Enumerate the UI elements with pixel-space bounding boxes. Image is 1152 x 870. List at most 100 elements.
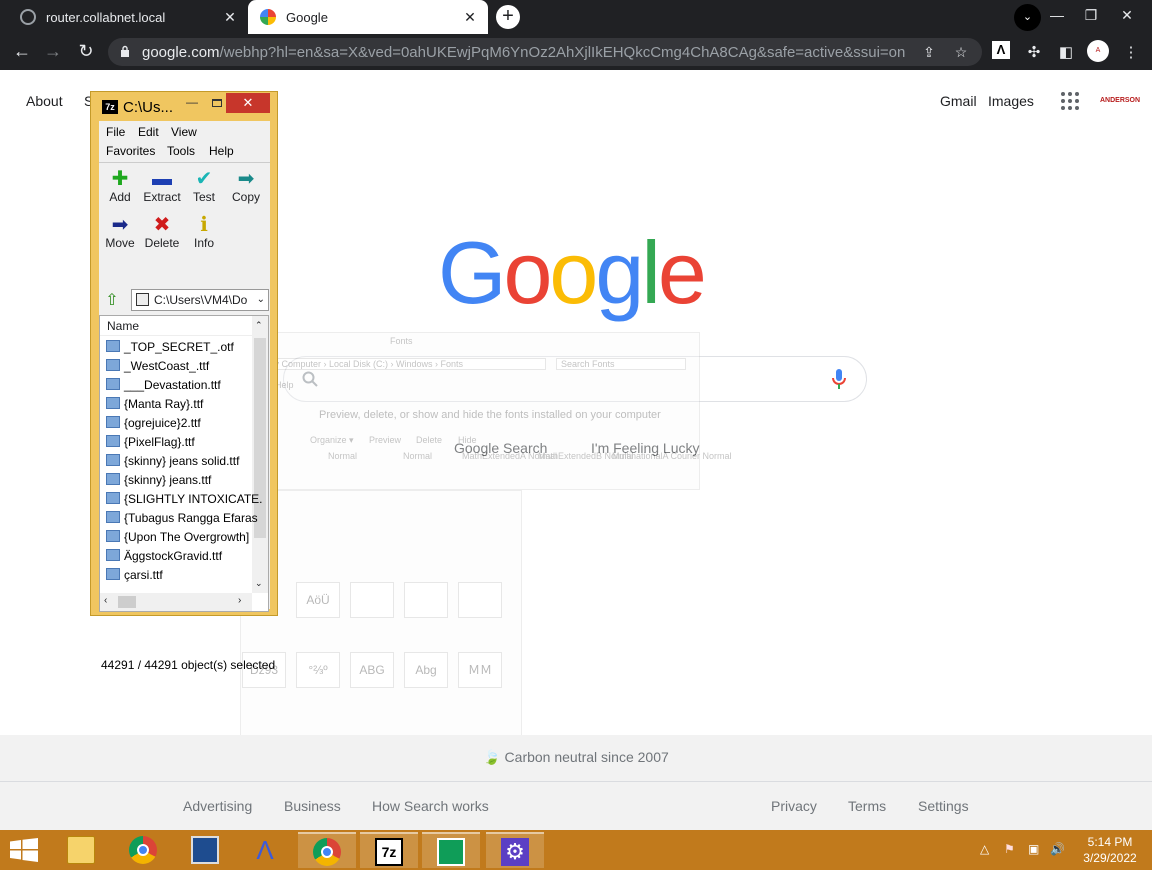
file-row[interactable]: {Upon The Overgrowth]: [106, 530, 249, 549]
copy-icon: ➡: [237, 168, 255, 190]
side-panel-icon[interactable]: ◧: [1056, 43, 1076, 63]
chrome-active-taskbar-button[interactable]: [298, 832, 356, 868]
scroll-down-icon[interactable]: ⌄: [255, 578, 263, 589]
puzzle-icon[interactable]: ✣: [1024, 43, 1044, 63]
close-tab-icon[interactable]: ✕: [460, 9, 480, 26]
minimize-button[interactable]: —: [1040, 0, 1074, 34]
clock-date: 3/29/2022: [1083, 851, 1137, 865]
file-row[interactable]: {Tubagus Rangga Efaras: [106, 511, 258, 530]
account-avatar[interactable]: ANDERSON: [1100, 90, 1140, 112]
tab-google[interactable]: Google ✕: [248, 0, 488, 34]
file-row[interactable]: ___Devastation.ttf: [106, 378, 221, 397]
sevenzip-title: C:\Us...: [123, 99, 174, 116]
file-row[interactable]: {skinny} jeans solid.ttf: [106, 454, 239, 473]
action-center-flag-icon[interactable]: ⚑: [1004, 842, 1015, 856]
file-row[interactable]: {PixelFlag}.ttf: [106, 435, 195, 454]
extract-button[interactable]: ▬ Extract: [141, 168, 183, 212]
settings-taskbar-button[interactable]: ⚙: [486, 832, 544, 868]
show-hidden-icons[interactable]: △: [980, 842, 989, 856]
file-row[interactable]: çarsi.ttf: [106, 568, 163, 587]
font-file-icon: [106, 530, 120, 542]
restore-button[interactable]: ❐: [1074, 0, 1108, 34]
delete-icon: ✖: [153, 214, 171, 236]
system-clock[interactable]: 5:14 PM 3/29/2022: [1080, 834, 1140, 866]
store-taskbar-button[interactable]: [422, 832, 480, 868]
new-tab-button[interactable]: +: [496, 5, 520, 29]
font-file-icon: [106, 549, 120, 561]
file-row[interactable]: {Manta Ray}.ttf: [106, 397, 203, 416]
gmail-link[interactable]: Gmail: [940, 93, 977, 109]
vertical-scrollbar[interactable]: ⌃ ⌄: [252, 316, 268, 593]
hscroll-thumb[interactable]: [118, 596, 136, 608]
file-list[interactable]: Name ⌃ ⌄ ‹ › _TOP_SECRET_.otf _WestCoast_…: [99, 315, 269, 612]
menu-tools[interactable]: Tools: [167, 144, 195, 158]
tab-search-icon[interactable]: ⌄: [1014, 4, 1041, 31]
search-input[interactable]: [283, 356, 867, 402]
file-row[interactable]: ÄggstockGravid.ttf: [106, 549, 222, 568]
volume-icon[interactable]: 🔊: [1050, 842, 1065, 856]
reload-icon[interactable]: ↻: [73, 39, 99, 65]
sevenzip-taskbar-button[interactable]: 7z: [360, 832, 418, 868]
close-tab-icon[interactable]: ✕: [220, 9, 240, 26]
sevenzip-close-button[interactable]: ✕: [226, 93, 270, 113]
file-row[interactable]: {SLIGHTLY INTOXICATE.: [106, 492, 263, 511]
sevenzip-minimize-button[interactable]: —: [179, 95, 205, 113]
file-explorer-taskbar-button[interactable]: [52, 832, 110, 868]
menu-favorites[interactable]: Favorites: [106, 144, 155, 158]
app-taskbar-button[interactable]: Λ: [236, 832, 294, 868]
file-name: _WestCoast_.ttf: [124, 359, 210, 373]
scroll-left-icon[interactable]: ‹: [104, 595, 107, 606]
delete-button[interactable]: ✖ Delete: [141, 214, 183, 258]
tab-router[interactable]: router.collabnet.local ✕: [8, 0, 248, 34]
menu-icon[interactable]: ⋮: [1121, 43, 1141, 63]
file-name: {skinny} jeans.ttf: [124, 473, 212, 487]
copy-button[interactable]: ➡ Copy: [225, 168, 267, 212]
bookmark-star-icon[interactable]: ☆: [952, 43, 970, 61]
privacy-link[interactable]: Privacy: [771, 798, 817, 814]
file-row[interactable]: {ogrejuice}2.ttf: [106, 416, 201, 435]
close-window-button[interactable]: ✕: [1110, 0, 1144, 34]
about-link[interactable]: About: [26, 93, 63, 109]
file-row[interactable]: {skinny} jeans.ttf: [106, 473, 211, 492]
info-icon: ℹ: [200, 214, 208, 236]
taskbar: Λ 7z ⚙ △ ⚑ ▣ 🔊 5:14 PM 3/29/2022: [0, 830, 1152, 870]
sevenzip-window[interactable]: 7z C:\Us... — ✕ File Edit View Favorites…: [90, 91, 278, 672]
network-taskbar-button[interactable]: [176, 832, 234, 868]
menu-edit[interactable]: Edit: [138, 125, 159, 139]
horizontal-scrollbar[interactable]: ‹ ›: [100, 593, 252, 611]
file-row[interactable]: _TOP_SECRET_.otf: [106, 340, 234, 359]
back-arrow-icon[interactable]: ←: [9, 39, 35, 65]
feeling-lucky-button[interactable]: I'm Feeling Lucky: [591, 440, 700, 456]
images-link[interactable]: Images: [988, 93, 1034, 109]
how-search-works-link[interactable]: How Search works: [372, 798, 489, 814]
business-link[interactable]: Business: [284, 798, 341, 814]
extension-icon[interactable]: Λ: [992, 41, 1010, 59]
menu-view[interactable]: View: [171, 125, 197, 139]
forward-arrow-icon[interactable]: →: [40, 39, 66, 65]
share-icon[interactable]: ⇪: [920, 43, 938, 61]
address-bar[interactable]: google.com/webhp?hl=en&sa=X&ved=0ahUKEwj…: [108, 38, 982, 66]
add-button[interactable]: ✚ Add: [99, 168, 141, 212]
info-button[interactable]: ℹ Info: [183, 214, 225, 258]
file-row[interactable]: _WestCoast_.ttf: [106, 359, 209, 378]
settings-link[interactable]: Settings: [918, 798, 969, 814]
advertising-link[interactable]: Advertising: [183, 798, 252, 814]
network-tray-icon[interactable]: ▣: [1028, 842, 1039, 856]
name-column-header[interactable]: Name: [100, 316, 252, 336]
terms-link[interactable]: Terms: [848, 798, 886, 814]
chrome-taskbar-button[interactable]: [114, 832, 172, 868]
scroll-right-icon[interactable]: ›: [238, 595, 241, 606]
profile-avatar[interactable]: A: [1087, 40, 1109, 62]
menu-file[interactable]: File: [106, 125, 125, 139]
move-button[interactable]: ➡ Move: [99, 214, 141, 258]
path-combobox[interactable]: C:\Users\VM4\Do ⌄: [131, 289, 269, 311]
up-folder-icon[interactable]: ⇧: [102, 291, 122, 311]
google-search-button[interactable]: Google Search: [454, 440, 547, 456]
menu-help[interactable]: Help: [209, 144, 234, 158]
font-tile: [404, 582, 448, 618]
windows-start-icon[interactable]: [10, 838, 38, 862]
google-apps-icon[interactable]: [1061, 92, 1079, 110]
microphone-icon[interactable]: [832, 369, 846, 389]
test-button[interactable]: ✔ Test: [183, 168, 225, 212]
scroll-up-icon[interactable]: ⌃: [255, 320, 263, 331]
